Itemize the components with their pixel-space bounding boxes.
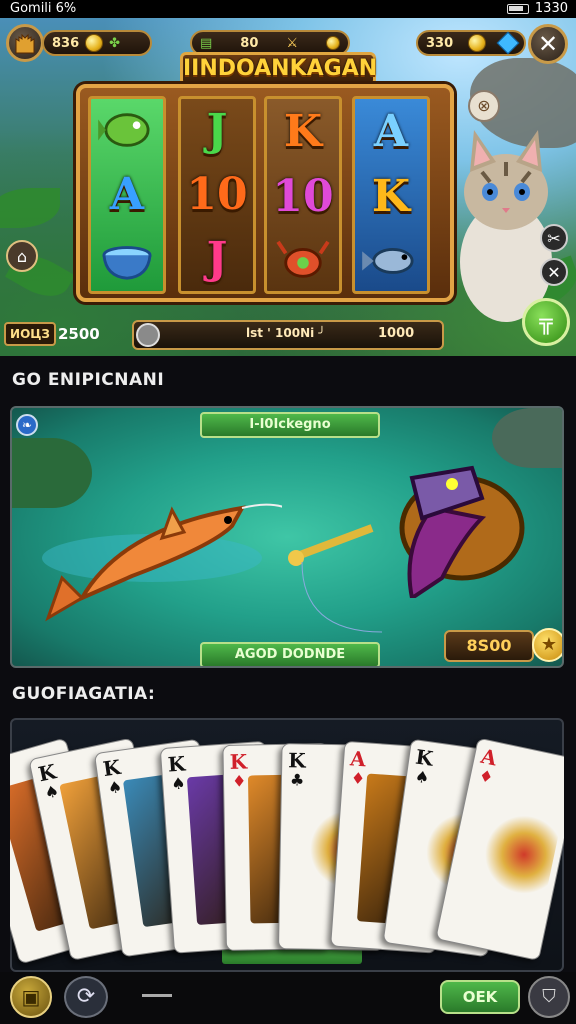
wheel-button[interactable]: ⊗: [468, 90, 500, 122]
leaf-decor: [0, 188, 60, 228]
reel-symbol: A: [373, 105, 409, 157]
card-rank: K: [101, 754, 123, 782]
cash-icon: ▤: [200, 35, 213, 51]
sword-icon: ⚔: [286, 35, 299, 51]
close-button[interactable]: ✕: [528, 24, 568, 64]
coin-icon: [85, 34, 104, 52]
battery-icon: [506, 4, 529, 14]
reel-3: K 10: [264, 96, 342, 294]
refresh-icon: ⟳: [76, 984, 96, 1009]
wheel-icon: ⊗: [477, 96, 491, 115]
card-suit-icon: ♠: [106, 776, 124, 798]
coin-counter-left: 836 ✤: [42, 30, 152, 56]
card-suit-icon: ♠: [42, 781, 61, 803]
settings-button[interactable]: ✂: [540, 224, 568, 252]
menu-button[interactable]: ▣: [10, 976, 52, 1018]
card-rank: A: [349, 746, 367, 772]
reel-symbol: K: [371, 170, 411, 222]
home-indicator: [142, 994, 172, 997]
shield-button[interactable]: ⛉: [528, 976, 570, 1018]
fishing-panel: ❧ I-I0Ickegno AGOD DODNDE 8S00 ★: [10, 406, 564, 668]
cat-mascot-icon: [460, 130, 552, 322]
refresh-button[interactable]: ⟳: [64, 976, 108, 1018]
close-icon: ✕: [537, 30, 559, 58]
fishing-action-pill[interactable]: AGOD DODNDE: [200, 642, 380, 666]
bet-value: 2500: [58, 325, 100, 343]
fishing-title-pill: I-I0Ickegno: [200, 412, 380, 438]
spin-icon: [136, 323, 160, 347]
card-rank: K: [167, 751, 187, 777]
back-button[interactable]: ❧: [16, 414, 38, 436]
info-button[interactable]: ✕: [540, 258, 568, 286]
crab-icon: [276, 241, 330, 279]
status-time: 1330: [534, 1, 568, 16]
card-rank: K: [414, 744, 435, 771]
card-rank: K: [288, 748, 306, 773]
reel-2: J 10 J: [178, 96, 256, 294]
bet-label: ИОЦЗ: [4, 322, 56, 346]
star-icon: ★: [540, 634, 558, 655]
leaf-icon: ❧: [21, 418, 33, 432]
bottom-bar: ▣ ⟳ OEK ⛉: [0, 972, 576, 1024]
card-hand: K♦K♠K♠K♠K♦K♣A♦K♠A♦: [10, 718, 564, 972]
gem-icon: [496, 31, 520, 55]
profile-avatar[interactable]: [6, 24, 44, 62]
reel-symbol: J: [206, 105, 228, 156]
reel-4: A K: [352, 96, 430, 294]
reel-symbol: K: [283, 105, 323, 157]
section-title-fishing: GO ENIPICNANI: [12, 370, 165, 390]
ok-button[interactable]: OEK: [440, 980, 520, 1014]
salmon-icon: [42, 503, 282, 622]
clover-icon: ✤: [109, 35, 121, 51]
home-icon: ⌂: [16, 246, 28, 266]
coin-icon: [467, 34, 486, 52]
play-icon: ╦: [539, 309, 553, 335]
reel-frame: A J 10 J K 10 A K: [76, 84, 454, 302]
card-suit-icon: ♠: [170, 773, 187, 794]
coin-counter-right: 330: [416, 30, 526, 56]
card-rank: K: [229, 749, 248, 774]
card-suit-icon: ♦: [350, 768, 366, 789]
reel-symbol: 10: [186, 169, 248, 220]
spin-bar[interactable]: lst ' 100Ni ╯ 1000: [132, 320, 444, 350]
fish-icon: [98, 113, 150, 148]
fish2-icon: [362, 248, 414, 275]
spin-text: lst ' 100Ni ╯: [246, 326, 326, 340]
card-suit-icon: ♦: [477, 765, 496, 788]
status-bar: Gomili 6% 1330: [0, 0, 576, 18]
cross-icon: ✕: [547, 262, 561, 282]
status-text: Gomili 6%: [10, 1, 77, 16]
section-title-cards: GUOFIAGATIA:: [12, 684, 156, 704]
reel-symbol: 10: [272, 170, 334, 222]
shield-icon: ⛉: [542, 986, 556, 1007]
spin-value: 1000: [378, 326, 415, 341]
chest-icon: ▣: [21, 985, 41, 1009]
tools-icon: ✂: [547, 228, 561, 248]
slot-game-scene: 836 ✤ ▤ 80 ⚔ 330 ✕ IINDOANKAGAN A J 10 J…: [0, 18, 576, 356]
card-suit-icon: ♣: [289, 770, 305, 790]
bowl-icon: [102, 245, 152, 280]
home-button[interactable]: ⌂: [6, 240, 38, 272]
fishing-lure-icon: [288, 524, 383, 633]
card-suit-icon: ♦: [231, 771, 247, 791]
castle-icon: [15, 33, 35, 54]
coin-icon: [326, 36, 340, 50]
reel-symbol: A: [109, 168, 145, 220]
game-title: IINDOANKAGAN: [180, 52, 377, 86]
reel-1: A: [88, 96, 166, 294]
card-artwork: [465, 773, 564, 934]
card-suit-icon: ♠: [413, 766, 431, 788]
fishing-score: 8S00: [444, 630, 534, 662]
play-button[interactable]: ╦: [522, 298, 570, 346]
star-button[interactable]: ★: [532, 628, 562, 662]
reel-symbol: J: [206, 233, 228, 284]
